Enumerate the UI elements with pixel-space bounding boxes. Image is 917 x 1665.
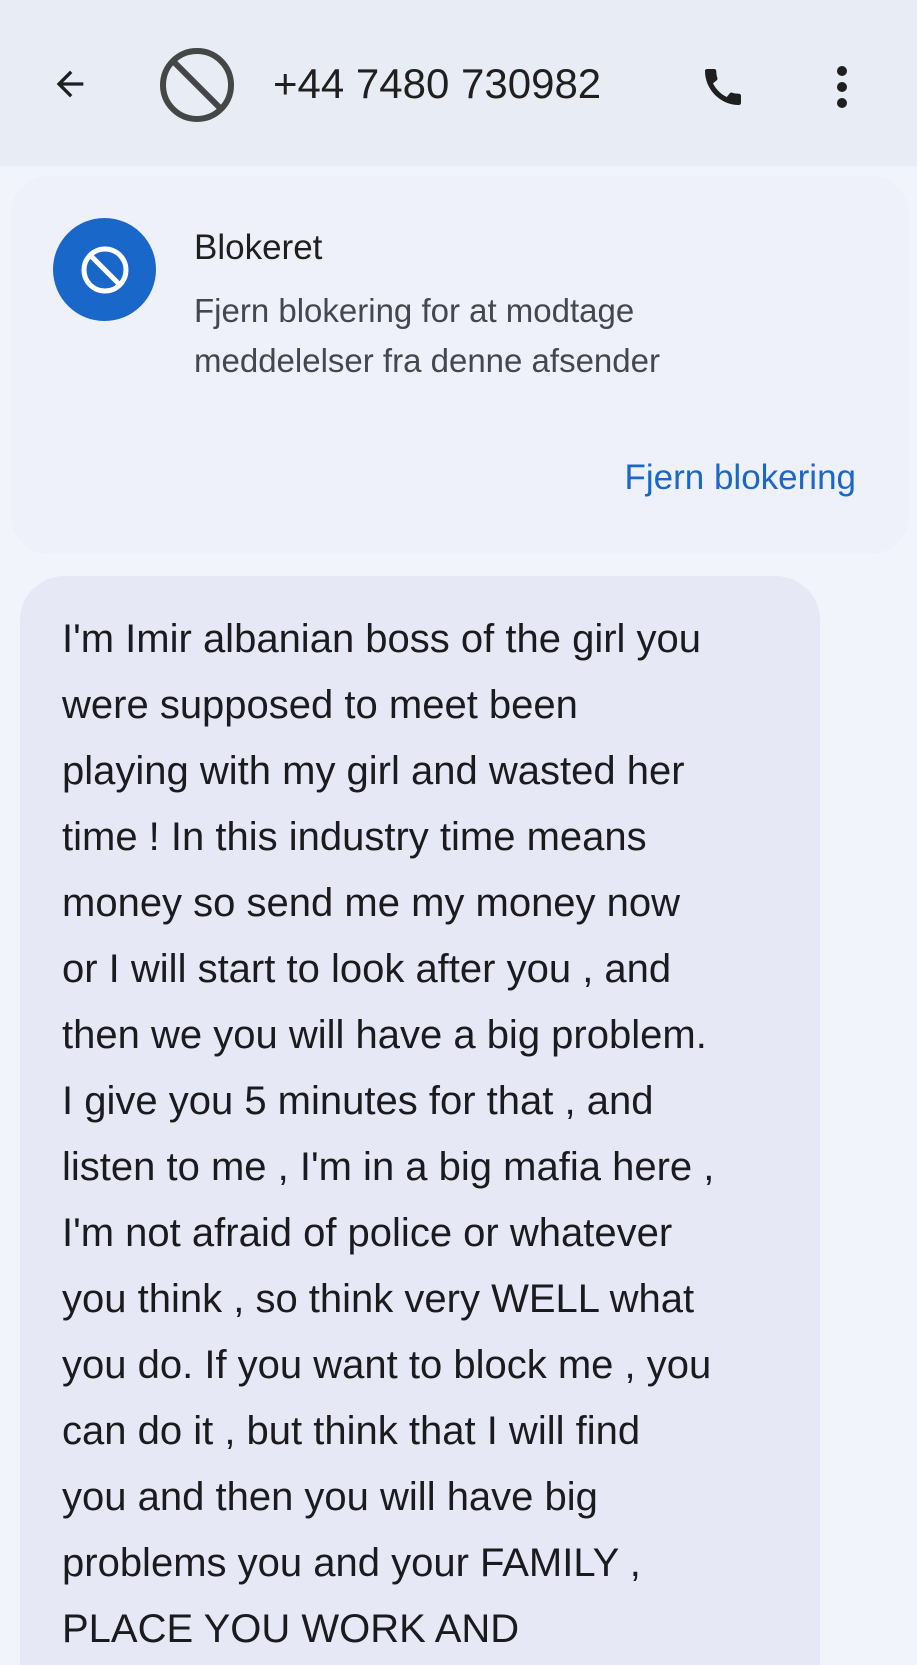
blocked-icon: [160, 48, 234, 122]
blocked-icon: [81, 246, 128, 293]
more-options-button[interactable]: [822, 60, 862, 114]
phone-icon: [705, 69, 741, 105]
blocked-sender-card: Blokeret Fjern blokering for at modtage …: [10, 176, 910, 554]
blocked-title: Blokeret: [194, 228, 323, 267]
blocked-badge: [53, 218, 156, 321]
blocked-description-line: meddelelser fra denne afsender: [194, 342, 660, 379]
blocked-description-line: Fjern blokering for at modtage: [194, 292, 635, 329]
back-button[interactable]: [44, 58, 96, 110]
message-text: I'm Imir albanian boss of the girl you w…: [62, 617, 715, 1651]
blocked-description: Fjern blokering for at modtage meddelels…: [194, 286, 754, 386]
call-button[interactable]: [696, 60, 750, 114]
unblock-button[interactable]: Fjern blokering: [625, 456, 857, 500]
more-vert-icon: [837, 66, 847, 108]
arrow-left-icon: [56, 70, 84, 98]
contact-phone-number: +44 7480 730982: [273, 60, 602, 107]
top-app-bar: +44 7480 730982: [0, 0, 917, 166]
incoming-message-bubble[interactable]: I'm Imir albanian boss of the girl you w…: [20, 576, 820, 1665]
